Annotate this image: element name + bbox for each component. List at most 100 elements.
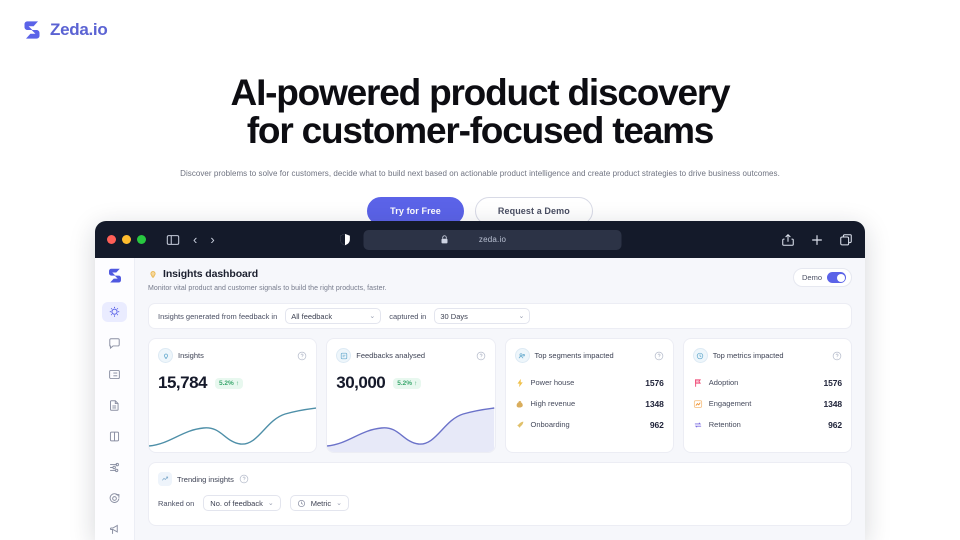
brand-logo[interactable]: Zeda.io: [20, 18, 108, 42]
chevron-down-icon: ⌄: [518, 313, 525, 320]
kpi-value: 15,784: [158, 373, 208, 392]
card-header: Top metrics impacted: [684, 339, 851, 363]
row-label: Adoption: [708, 378, 739, 387]
rank-select[interactable]: No. of feedback ⌄: [203, 495, 281, 511]
app-content: Insights dashboard Monitor vital product…: [135, 258, 865, 540]
insights-card[interactable]: Insights 15,784 5.2% ↑: [148, 338, 318, 453]
demo-switch[interactable]: [827, 272, 846, 283]
share-icon[interactable]: [781, 233, 795, 247]
row-label: Onboarding: [530, 420, 570, 429]
help-circle-icon[interactable]: [654, 351, 664, 361]
sidebar-item-roadmap[interactable]: [102, 458, 127, 478]
close-window-button[interactable]: [107, 235, 116, 244]
url-text: zeda.io: [478, 235, 507, 244]
sidebar-item-feedback[interactable]: [102, 333, 127, 353]
lightbulb-icon: [109, 306, 120, 317]
sidebar-toggle-icon[interactable]: [166, 233, 180, 247]
tabs-overview-icon[interactable]: [839, 233, 853, 247]
metric-select[interactable]: Metric ⌄: [289, 495, 349, 511]
row-label: Engagement: [708, 399, 752, 408]
list-item[interactable]: Power house 1576: [515, 372, 664, 393]
filter-middle-label: captured in: [389, 311, 427, 321]
top-metrics-card[interactable]: Top metrics impacted Adoption 1576 Engag…: [682, 338, 852, 453]
chevron-down-icon: ⌄: [369, 313, 376, 320]
list-item[interactable]: High revenue 1348: [515, 393, 664, 414]
sidebar-item-insights[interactable]: [102, 302, 127, 323]
feedback-grid-icon: [336, 348, 352, 363]
dashboard-subtitle: Monitor vital product and customer signa…: [148, 285, 387, 292]
segments-icon: [514, 348, 530, 363]
dashboard-title-text: Insights dashboard: [163, 268, 259, 280]
row-left: High revenue: [515, 399, 576, 409]
target-icon: [109, 493, 120, 504]
row-left: Adoption: [693, 378, 739, 388]
help-circle-icon[interactable]: [297, 351, 307, 361]
demo-toggle[interactable]: Demo: [792, 268, 852, 287]
window-controls[interactable]: [107, 235, 146, 244]
sidebar-item-documents[interactable]: [102, 395, 127, 415]
lock-icon: [441, 235, 448, 244]
minimize-window-button[interactable]: [122, 235, 131, 244]
row-value: 962: [828, 419, 842, 430]
kpi-value-row: 15,784 5.2% ↑: [149, 363, 316, 393]
sidebar-item-releases[interactable]: [102, 427, 127, 447]
sidebar-item-notes[interactable]: [102, 364, 127, 384]
feedbacks-analysed-card[interactable]: Feedbacks analysed 30,000 5.2% ↑: [326, 338, 496, 453]
address-area: zeda.io: [339, 229, 622, 250]
row-label: High revenue: [530, 399, 576, 408]
segment-rows: Power house 1576 High revenue 1348 Onboa…: [506, 363, 673, 435]
trending-icon: [158, 472, 172, 486]
row-value: 962: [649, 419, 664, 430]
box-icon: [109, 431, 120, 442]
help-circle-icon[interactable]: [476, 351, 486, 361]
trending-header: Trending insights: [158, 472, 842, 486]
metric-rows: Adoption 1576 Engagement 1348 Retention …: [684, 363, 851, 435]
chart-up-icon: [693, 399, 702, 408]
help-circle-icon[interactable]: [239, 474, 249, 484]
feedback-source-select[interactable]: All feedback ⌄: [285, 308, 382, 324]
dashboard-title: Insights dashboard: [148, 268, 387, 280]
sliders-icon: [110, 463, 119, 473]
chevron-down-icon: ⌄: [336, 500, 342, 507]
help-circle-icon[interactable]: [832, 351, 842, 361]
brand-name: Zeda.io: [50, 20, 108, 39]
back-button[interactable]: ‹: [193, 233, 197, 246]
row-value: 1348: [645, 398, 664, 409]
nav-controls: ‹ ›: [166, 233, 215, 247]
top-segments-card[interactable]: Top segments impacted Power house 1576 H…: [504, 338, 674, 453]
kpi-delta-value: 5.2%: [219, 379, 234, 387]
insights-sparkline: [149, 407, 317, 447]
zeda-mark-icon[interactable]: [105, 266, 125, 285]
filter-bar: Insights generated from feedback in All …: [148, 303, 852, 329]
card-title: Top segments impacted: [534, 351, 614, 360]
insight-bulb-icon: [158, 348, 173, 363]
sidebar-item-announcements[interactable]: [102, 520, 127, 540]
forward-button[interactable]: ›: [210, 233, 214, 246]
row-label: Power house: [530, 378, 575, 387]
period-select[interactable]: 30 Days ⌄: [434, 308, 531, 324]
list-item[interactable]: Onboarding 962: [515, 414, 664, 435]
list-item[interactable]: Adoption 1576: [693, 372, 842, 393]
row-left: Power house: [515, 378, 575, 388]
row-left: Engagement: [693, 399, 752, 409]
card-header-left: Insights: [158, 348, 204, 363]
maximize-window-button[interactable]: [137, 235, 146, 244]
shield-icon[interactable]: [339, 233, 352, 246]
sidebar-item-goals[interactable]: [102, 489, 127, 509]
headline-line-2: for customer-focused teams: [246, 110, 715, 152]
period-value: 30 Days: [440, 311, 468, 321]
trending-title: Trending insights: [177, 474, 234, 484]
list-item[interactable]: Engagement 1348: [693, 393, 842, 414]
row-label: Retention: [708, 420, 741, 429]
metric-select-value: Metric: [310, 498, 332, 508]
browser-window: ‹ › zeda.io Insights dashboard Monitor v…: [95, 221, 865, 540]
app-sidebar: [95, 258, 135, 540]
list-item[interactable]: Retention 962: [693, 414, 842, 435]
card-header-left: Top segments impacted: [514, 348, 614, 363]
filter-prefix-label: Insights generated from feedback in: [158, 311, 278, 321]
plus-icon[interactable]: [810, 233, 824, 247]
megaphone-icon: [109, 525, 118, 535]
kpi-delta-arrow: ↑: [414, 379, 418, 387]
kpi-delta-badge: 5.2% ↑: [215, 377, 244, 389]
address-bar[interactable]: zeda.io: [363, 229, 622, 250]
